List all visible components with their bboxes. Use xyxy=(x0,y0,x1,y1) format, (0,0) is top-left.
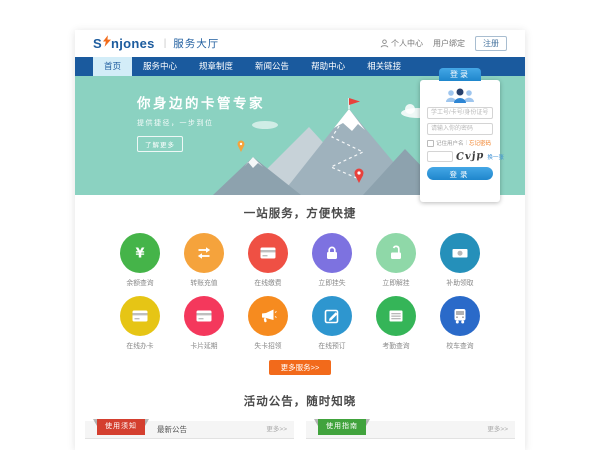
notice-panel-bar: 使用须知 最新公告 更多>> xyxy=(85,421,294,439)
remember-row: 记住用户名 | 忘记密码 xyxy=(427,139,493,147)
hero-title: 你身边的卡管专家 xyxy=(137,92,265,112)
personal-center-link[interactable]: 个人中心 xyxy=(380,38,423,49)
service-item-school-bus[interactable]: 校车查询 xyxy=(439,296,481,350)
service-label: 在线预订 xyxy=(311,340,353,350)
login-panel: 登录 记住用户名 | 忘记密码 Cvjp 换一张 登录 xyxy=(420,80,500,202)
password-input[interactable] xyxy=(427,123,493,135)
nav-item-news[interactable]: 新闻公告 xyxy=(244,57,300,76)
usage-notice-ribbon[interactable]: 使用须知 xyxy=(97,419,145,435)
register-button[interactable]: 注册 xyxy=(475,36,507,51)
announcements-heading: 活动公告，随时知晓 xyxy=(75,393,525,409)
services-grid: ¥ 余额查询 转账充值 xyxy=(75,233,525,350)
notice-panel: 使用须知 最新公告 更多>> xyxy=(85,421,294,439)
guide-panel: 使用指南 更多>> xyxy=(306,421,515,439)
service-label: 在线办卡 xyxy=(119,340,161,350)
more-services-button[interactable]: 更多服务>> xyxy=(269,360,331,375)
service-item-pay[interactable]: 在线缴费 xyxy=(247,233,289,287)
service-label: 立即解挂 xyxy=(375,277,417,287)
svg-text:¥: ¥ xyxy=(135,247,144,262)
guide-more-link[interactable]: 更多>> xyxy=(487,421,508,438)
forgot-password-link[interactable]: 忘记密码 xyxy=(469,139,491,147)
service-label: 在线缴费 xyxy=(247,277,289,287)
user-icon xyxy=(380,39,389,48)
logo-divider: | xyxy=(164,38,167,49)
top-header: S njones | 服务大厅 个人中心 用户绑定 注册 xyxy=(75,30,525,57)
personal-center-label: 个人中心 xyxy=(391,38,423,49)
nav-item-service-center[interactable]: 服务中心 xyxy=(132,57,188,76)
yen-icon: ¥ xyxy=(120,233,160,273)
user-guide-ribbon[interactable]: 使用指南 xyxy=(318,419,366,435)
service-item-attendance[interactable]: 考勤查询 xyxy=(375,296,417,350)
user-binding-label: 用户绑定 xyxy=(433,38,465,49)
service-label: 转账充值 xyxy=(183,277,225,287)
latest-announcements-tab[interactable]: 最新公告 xyxy=(157,421,187,438)
service-item-lost-found[interactable]: 失卡招领 xyxy=(247,296,289,350)
login-tab[interactable]: 登录 xyxy=(439,68,481,81)
users-icon xyxy=(443,87,477,104)
services-row-1: ¥ 余额查询 转账充值 xyxy=(75,233,525,287)
captcha-image[interactable]: Cvjp xyxy=(456,150,485,163)
card-icon xyxy=(120,296,160,336)
services-section: 一站服务，方便快捷 ¥ 余额查询 转账充值 xyxy=(75,195,525,375)
captcha-row: Cvjp 换一张 xyxy=(427,151,493,162)
nav-item-links[interactable]: 相关链接 xyxy=(356,57,412,76)
user-binding-link[interactable]: 用户绑定 xyxy=(433,38,465,49)
logo-text-prefix: S xyxy=(93,36,102,51)
nav-item-help[interactable]: 帮助中心 xyxy=(300,57,356,76)
site-title: 服务大厅 xyxy=(173,36,219,51)
logo-text-suffix: njones xyxy=(111,36,155,51)
banknote-icon xyxy=(440,233,480,273)
service-label: 立即挂失 xyxy=(311,277,353,287)
announcement-panels: 使用须知 最新公告 更多>> 使用指南 更多>> xyxy=(75,421,525,439)
guide-panel-bar: 使用指南 更多>> xyxy=(306,421,515,439)
hero-cta-button[interactable]: 了解更多 xyxy=(137,136,183,152)
unlock-icon xyxy=(376,233,416,273)
service-label: 卡片延期 xyxy=(183,340,225,350)
lock-icon xyxy=(312,233,352,273)
service-item-apply-card[interactable]: 在线办卡 xyxy=(119,296,161,350)
service-item-transfer[interactable]: 转账充值 xyxy=(183,233,225,287)
service-label: 补助领取 xyxy=(439,277,481,287)
service-item-booking[interactable]: 在线预订 xyxy=(311,296,353,350)
service-label: 考勤查询 xyxy=(375,340,417,350)
announcements-section: 活动公告，随时知晓 使用须知 最新公告 更多>> 使用指南 更多>> xyxy=(75,393,525,439)
header-links: 个人中心 用户绑定 注册 xyxy=(380,36,507,51)
remember-label: 记住用户名 xyxy=(436,139,464,147)
page-container: S njones | 服务大厅 个人中心 用户绑定 注册 首页 服务中心 规章制… xyxy=(75,30,525,450)
service-item-card-extend[interactable]: 卡片延期 xyxy=(183,296,225,350)
service-item-subsidy[interactable]: 补助领取 xyxy=(439,233,481,287)
service-label: 失卡招领 xyxy=(247,340,289,350)
services-heading: 一站服务，方便快捷 xyxy=(75,205,525,221)
bus-icon xyxy=(440,296,480,336)
logo[interactable]: S njones | 服务大厅 xyxy=(93,34,219,54)
megaphone-icon xyxy=(248,296,288,336)
remember-divider: | xyxy=(466,140,467,146)
edit-icon xyxy=(312,296,352,336)
remember-checkbox[interactable] xyxy=(427,140,434,147)
lightning-bolt-icon xyxy=(103,34,111,52)
card-icon xyxy=(184,296,224,336)
service-label: 余额查询 xyxy=(119,277,161,287)
service-label: 校车查询 xyxy=(439,340,481,350)
card-icon xyxy=(248,233,288,273)
notice-more-link[interactable]: 更多>> xyxy=(266,421,287,438)
hero-subtitle: 提供捷径，一步到位 xyxy=(137,118,265,128)
service-item-unfreeze[interactable]: 立即解挂 xyxy=(375,233,417,287)
change-captcha-link[interactable]: 换一张 xyxy=(487,153,504,161)
service-item-report-loss[interactable]: 立即挂失 xyxy=(311,233,353,287)
nav-item-home[interactable]: 首页 xyxy=(93,57,132,76)
services-row-2: 在线办卡 卡片延期 失卡招领 xyxy=(75,296,525,350)
list-icon xyxy=(376,296,416,336)
username-input[interactable] xyxy=(427,107,493,119)
transfer-icon xyxy=(184,233,224,273)
captcha-input[interactable] xyxy=(427,151,453,162)
service-item-balance[interactable]: ¥ 余额查询 xyxy=(119,233,161,287)
nav-item-rules[interactable]: 规章制度 xyxy=(188,57,244,76)
hero-copy: 你身边的卡管专家 提供捷径，一步到位 了解更多 xyxy=(137,92,265,152)
login-submit-button[interactable]: 登录 xyxy=(427,167,493,180)
